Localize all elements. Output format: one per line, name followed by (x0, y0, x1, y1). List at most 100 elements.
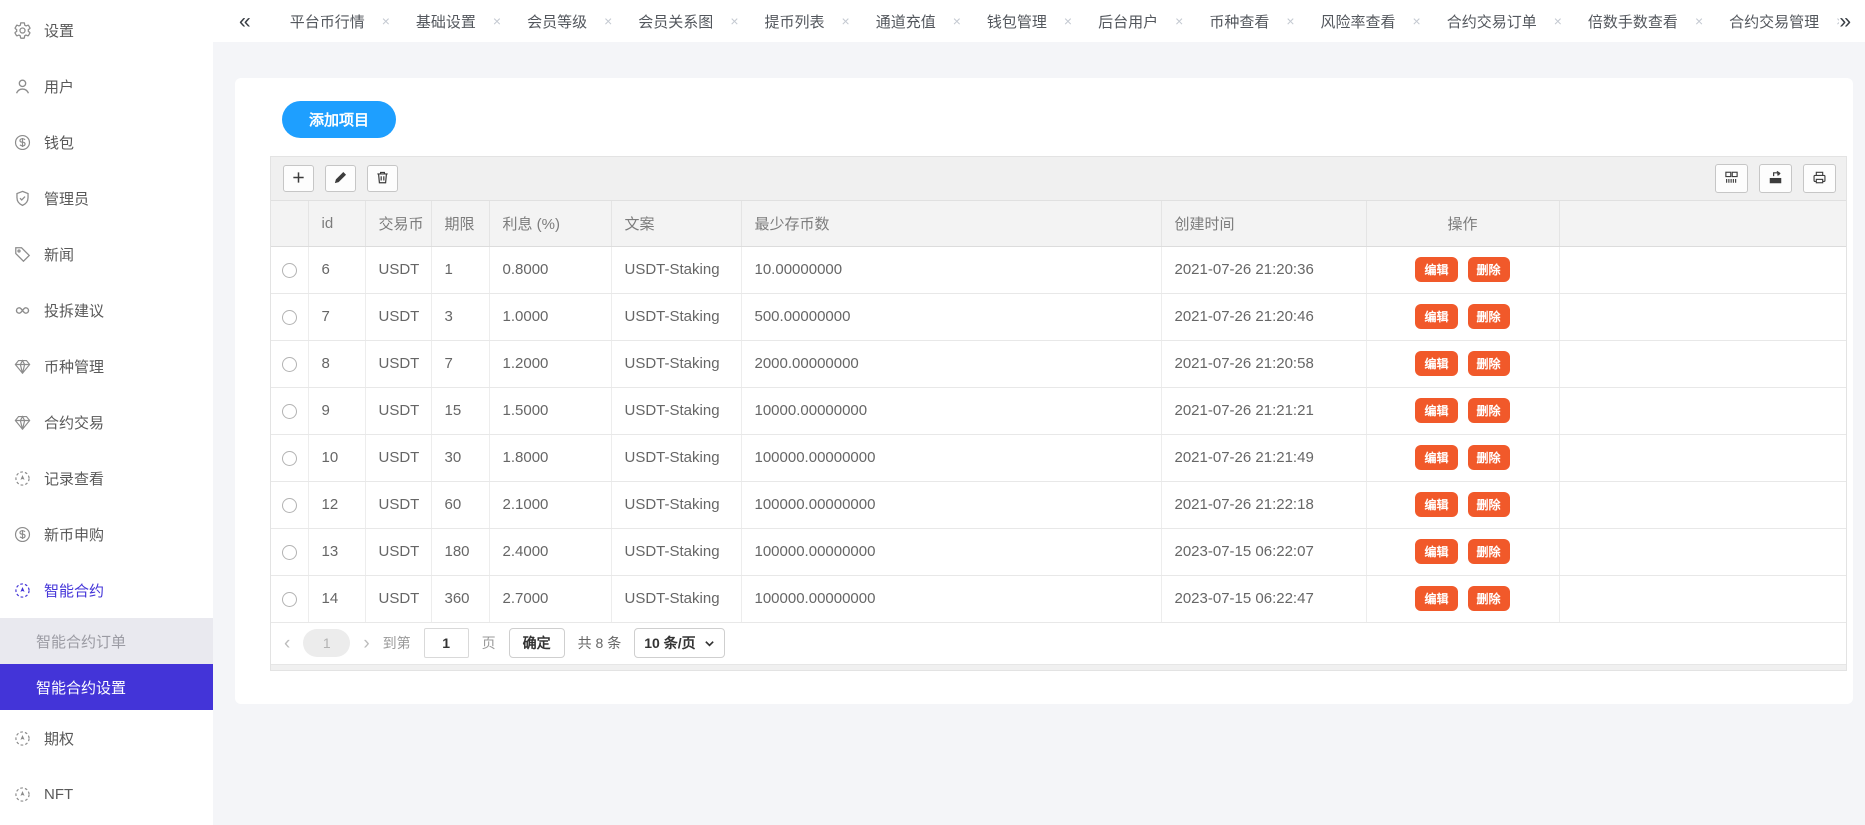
sidebar-item-coin-management[interactable]: 币种管理 (0, 338, 213, 394)
close-icon[interactable]: × (1413, 13, 1421, 29)
edit-button[interactable]: 编辑 (1415, 539, 1457, 564)
sidebar-item-record-view[interactable]: 记录查看 (0, 450, 213, 506)
close-icon[interactable]: × (382, 13, 390, 29)
row-radio[interactable] (282, 545, 297, 560)
sidebar-item-new-coin-subscription[interactable]: 新币申购 (0, 506, 213, 562)
sidebar-item-news[interactable]: 新闻 (0, 226, 213, 282)
tab-member-relation-graph[interactable]: 会员关系图× (625, 0, 751, 42)
cell-text: USDT-Staking (611, 481, 741, 528)
cell-period: 3 (431, 293, 489, 340)
delete-button[interactable]: 删除 (1468, 492, 1510, 517)
row-radio[interactable] (282, 404, 297, 419)
goto-page-input[interactable] (424, 628, 469, 658)
cell-text: USDT-Staking (611, 387, 741, 434)
delete-button[interactable]: 删除 (1468, 257, 1510, 282)
tab-contract-trade-management[interactable]: 合约交易管理× (1716, 0, 1839, 42)
row-radio[interactable] (282, 498, 297, 513)
tab-multiplier-lots-view[interactable]: 倍数手数查看× (1575, 0, 1716, 42)
grid-delete-button[interactable] (367, 165, 398, 192)
delete-button[interactable]: 删除 (1468, 586, 1510, 611)
tab-backend-users[interactable]: 后台用户 × (1085, 0, 1196, 42)
toolbar-right-group (1715, 164, 1836, 193)
tab-label: 后台用户 (1098, 11, 1158, 32)
export-button[interactable] (1759, 164, 1792, 193)
collapse-right-icon[interactable]: » (1839, 11, 1851, 32)
prev-page-icon[interactable]: ‹ (284, 634, 290, 653)
grid-add-button[interactable] (283, 165, 314, 192)
print-button[interactable] (1803, 164, 1836, 193)
sidebar-item-wallet[interactable]: 钱包 (0, 114, 213, 170)
col-header-id: id (308, 201, 365, 246)
sidebar-item-admin[interactable]: 管理员 (0, 170, 213, 226)
row-radio[interactable] (282, 357, 297, 372)
sidebar-item-label: 设置 (44, 20, 74, 41)
empty-cell (1559, 481, 1846, 528)
close-icon[interactable]: × (1175, 13, 1183, 29)
row-radio[interactable] (282, 592, 297, 607)
collapse-left-icon[interactable]: « (239, 11, 251, 32)
grid-footer (271, 664, 1846, 670)
delete-button[interactable]: 删除 (1468, 445, 1510, 470)
close-icon[interactable]: × (493, 13, 501, 29)
tab-member-level[interactable]: 会员等级× (514, 0, 625, 42)
sidebar-item-smart-contract[interactable]: 智能合约 (0, 562, 213, 618)
grid-edit-button[interactable] (325, 165, 356, 192)
delete-button[interactable]: 删除 (1468, 304, 1510, 329)
delete-button[interactable]: 删除 (1468, 398, 1510, 423)
plus-icon (291, 170, 306, 188)
tab-risk-rate-view[interactable]: 风险率查看× (1308, 0, 1434, 42)
cell-coin: USDT (365, 293, 431, 340)
row-radio[interactable] (282, 310, 297, 325)
tab-platform-coin-market[interactable]: 平台币行情 × (277, 0, 403, 42)
sidebar-item-label: NFT (44, 786, 73, 803)
row-actions-cell: 编辑删除 (1366, 528, 1559, 575)
tab-coin-view[interactable]: 币种查看× (1196, 0, 1307, 42)
edit-button[interactable]: 编辑 (1415, 257, 1457, 282)
sidebar-item-users[interactable]: 用户 (0, 58, 213, 114)
close-icon[interactable]: × (730, 13, 738, 29)
close-icon[interactable]: × (604, 13, 612, 29)
column-toggle-button[interactable] (1715, 164, 1748, 193)
close-icon[interactable]: × (953, 13, 961, 29)
sidebar-item-feedback[interactable]: 投拆建议 (0, 282, 213, 338)
sidebar-item-settings[interactable]: 设置 (0, 2, 213, 58)
edit-button[interactable]: 编辑 (1415, 304, 1457, 329)
sidebar-subitem-smart-contract-orders[interactable]: 智能合约订单 (0, 618, 213, 664)
sidebar-item-label: 投拆建议 (44, 300, 104, 321)
next-page-icon[interactable]: › (363, 634, 369, 653)
tab-wallet-management[interactable]: 钱包管理× (974, 0, 1085, 42)
add-item-button[interactable]: 添加项目 (282, 101, 396, 138)
row-radio[interactable] (282, 263, 297, 278)
edit-button[interactable]: 编辑 (1415, 398, 1457, 423)
delete-button[interactable]: 删除 (1468, 351, 1510, 376)
edit-button[interactable]: 编辑 (1415, 351, 1457, 376)
cell-text: USDT-Staking (611, 528, 741, 575)
sidebar-item-nft[interactable]: NFT (0, 766, 213, 822)
edit-button[interactable]: 编辑 (1415, 492, 1457, 517)
edit-button[interactable]: 编辑 (1415, 586, 1457, 611)
cell-period: 360 (431, 575, 489, 622)
sidebar-item-contract-trading[interactable]: 合约交易 (0, 394, 213, 450)
page-size-select[interactable]: 10 条/页 (634, 628, 724, 658)
sidebar-subitem-smart-contract-settings[interactable]: 智能合约设置 (0, 664, 213, 710)
cell-created-at: 2021-07-26 21:21:21 (1161, 387, 1366, 434)
close-icon[interactable]: × (842, 13, 850, 29)
confirm-button[interactable]: 确定 (509, 628, 565, 658)
current-page[interactable]: 1 (303, 629, 350, 657)
edit-button[interactable]: 编辑 (1415, 445, 1457, 470)
cell-text: USDT-Staking (611, 246, 741, 293)
empty-cell (1559, 293, 1846, 340)
delete-button[interactable]: 删除 (1468, 539, 1510, 564)
tab-withdrawal-list[interactable]: 提币列表× (752, 0, 863, 42)
row-radio[interactable] (282, 451, 297, 466)
tab-channel-deposit[interactable]: 通道充值× (863, 0, 974, 42)
tab-basic-settings[interactable]: 基础设置× (403, 0, 514, 42)
tab-contract-trade-orders[interactable]: 合约交易订单× (1434, 0, 1575, 42)
sidebar-item-options[interactable]: 期权 (0, 710, 213, 766)
close-icon[interactable]: × (1554, 13, 1562, 29)
close-icon[interactable]: × (1064, 13, 1072, 29)
close-icon[interactable]: × (1286, 13, 1294, 29)
shield-check-icon (13, 189, 32, 208)
tab-label: 平台币行情 (290, 11, 365, 32)
close-icon[interactable]: × (1695, 13, 1703, 29)
